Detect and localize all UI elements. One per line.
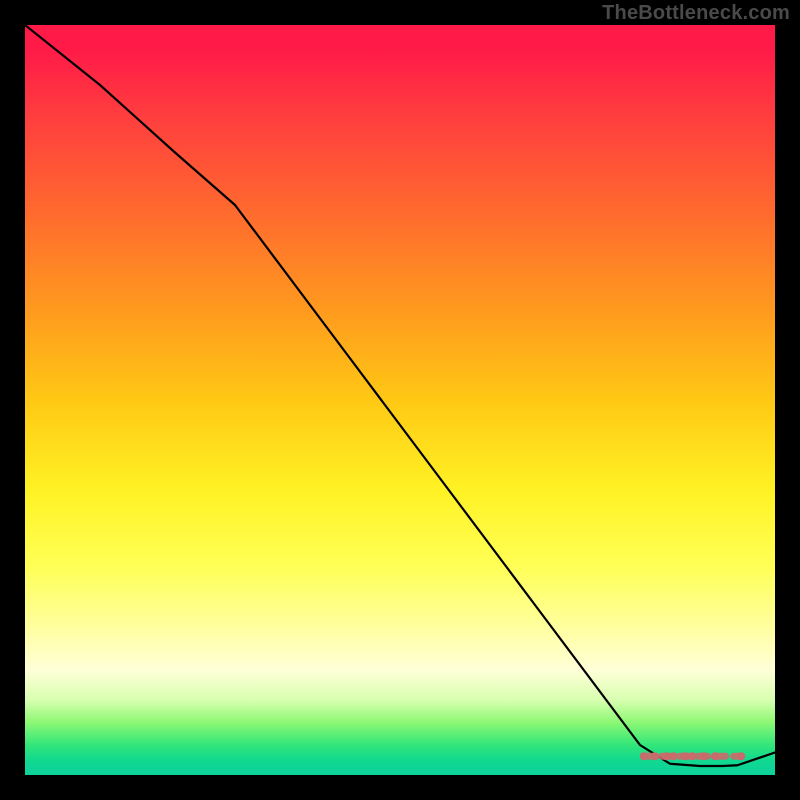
- curve-line: [25, 25, 775, 766]
- plot-area: [25, 25, 775, 775]
- chart-frame: TheBottleneck.com: [0, 0, 800, 800]
- watermark-text: TheBottleneck.com: [602, 2, 790, 25]
- plot-overlay: [25, 25, 775, 775]
- marker-strip: [640, 752, 746, 760]
